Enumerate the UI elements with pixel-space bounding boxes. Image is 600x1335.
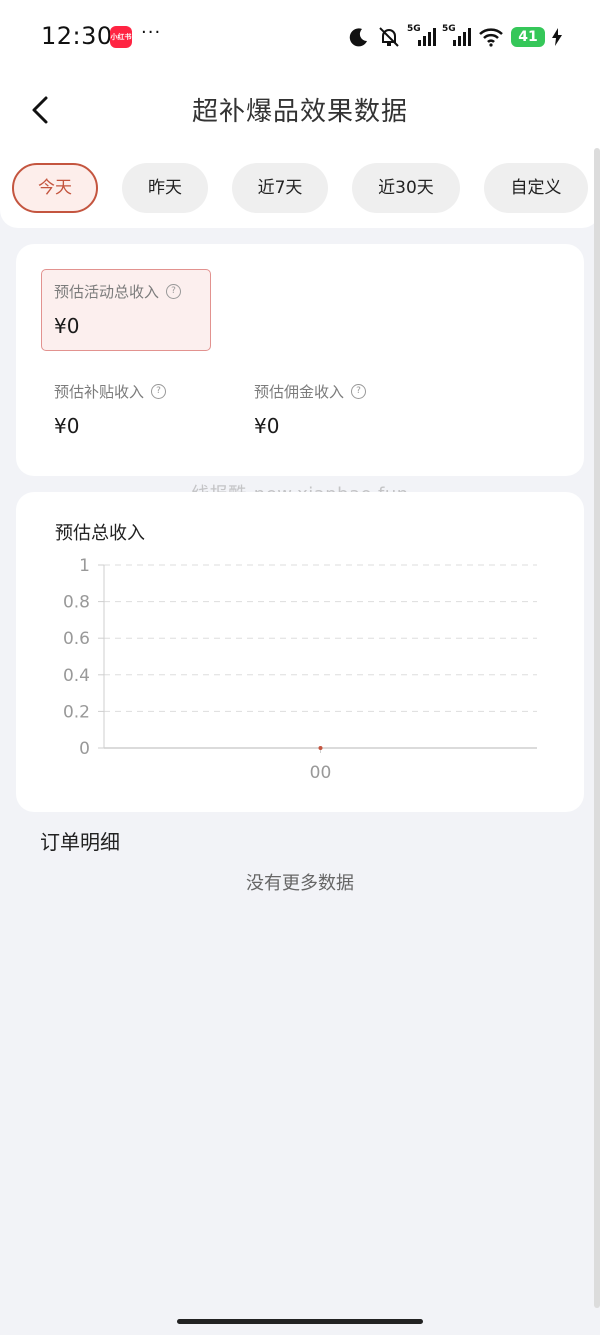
order-details-title: 订单明细 (40, 830, 120, 854)
tab-last-7-days[interactable]: 近7天 (232, 163, 328, 213)
chart-card: 预估总收入 0 0.2 0.4 0.6 0.8 1 00 (16, 492, 584, 812)
y-tick-label: 0.8 (63, 593, 90, 613)
y-tick-label: 0.4 (63, 666, 90, 686)
no-more-data-message: 没有更多数据 (246, 873, 354, 894)
status-bar: 12:30 小红书 ··· 5G 5G 41 (0, 0, 600, 74)
more-notifications-icon: ··· (141, 22, 162, 43)
bell-muted-icon (379, 27, 399, 47)
header-area: 12:30 小红书 ··· 5G 5G 41 超补爆品效果数据 今天 昨天 近7… (0, 0, 600, 228)
tab-today[interactable]: 今天 (12, 163, 98, 213)
page-title: 超补爆品效果数据 (191, 97, 408, 127)
status-time: 12:30 (41, 22, 113, 50)
signal-5g-icon-2: 5G (442, 24, 471, 46)
nav-bar: 超补爆品效果数据 (0, 74, 600, 146)
home-indicator[interactable] (177, 1319, 423, 1324)
help-icon[interactable]: ? (151, 384, 167, 399)
commission-income-label: 预估佣金收入 (254, 383, 345, 401)
data-point (318, 746, 323, 750)
total-income-value: ¥0 (54, 314, 80, 338)
status-icons: 5G 5G 41 (348, 24, 562, 50)
date-range-tabs: 今天 昨天 近7天 近30天 自定义 (12, 163, 600, 213)
wifi-icon (479, 28, 503, 47)
total-income-box: 预估活动总收入 ? ¥0 (41, 269, 211, 351)
tab-yesterday[interactable]: 昨天 (122, 163, 208, 213)
y-tick-label: 0.6 (63, 629, 90, 649)
xiaohongshu-app-icon: 小红书 (110, 26, 132, 48)
help-icon[interactable]: ? (351, 384, 367, 399)
scrollbar[interactable] (594, 148, 600, 1308)
y-tick-label: 1 (79, 556, 90, 576)
commission-income-value: ¥0 (254, 414, 280, 438)
total-income-label: 预估活动总收入 (54, 283, 160, 301)
charging-icon (552, 28, 562, 46)
help-icon[interactable]: ? (166, 284, 182, 299)
income-chart: 0 0.2 0.4 0.6 0.8 1 00 (63, 556, 537, 783)
tab-custom[interactable]: 自定义 (484, 163, 588, 213)
tab-last-30-days[interactable]: 近30天 (352, 163, 460, 213)
income-summary-card: 预估活动总收入 ? ¥0 预估补贴收入 ? ¥0 预估佣金收入 ? ¥0 (16, 244, 584, 476)
battery-indicator: 41 (511, 27, 545, 47)
y-tick-label: 0.2 (63, 702, 90, 722)
x-tick-label: 00 (310, 763, 332, 783)
moon-icon (349, 28, 367, 47)
subsidy-income-label: 预估补贴收入 (54, 383, 145, 401)
y-tick-label: 0 (79, 739, 90, 759)
subsidy-income-value: ¥0 (54, 414, 80, 438)
signal-5g-icon: 5G (407, 24, 436, 46)
